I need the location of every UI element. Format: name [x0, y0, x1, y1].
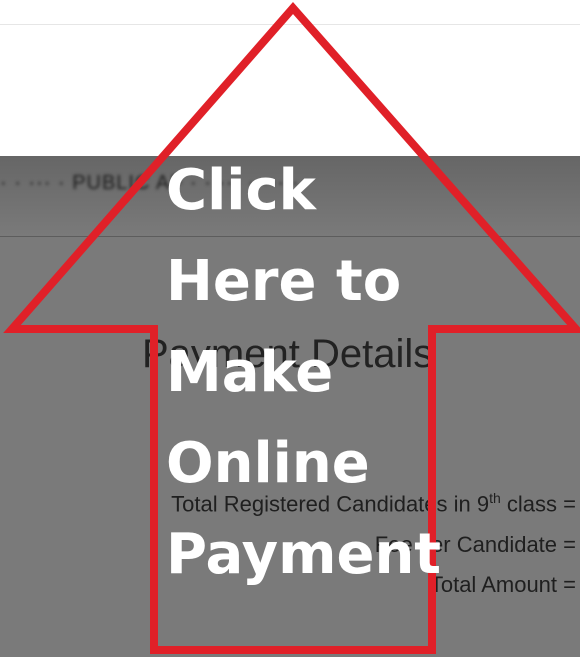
callout-line-5: Payment [166, 522, 442, 587]
callout-line-2: Here to [166, 249, 402, 314]
callout-line-3: Make [166, 340, 334, 405]
callout-line-1: Click [166, 158, 316, 223]
online-payment-callout[interactable]: Click Here to Make Online Payment [166, 145, 441, 600]
callout-line-4: Online [166, 431, 370, 496]
